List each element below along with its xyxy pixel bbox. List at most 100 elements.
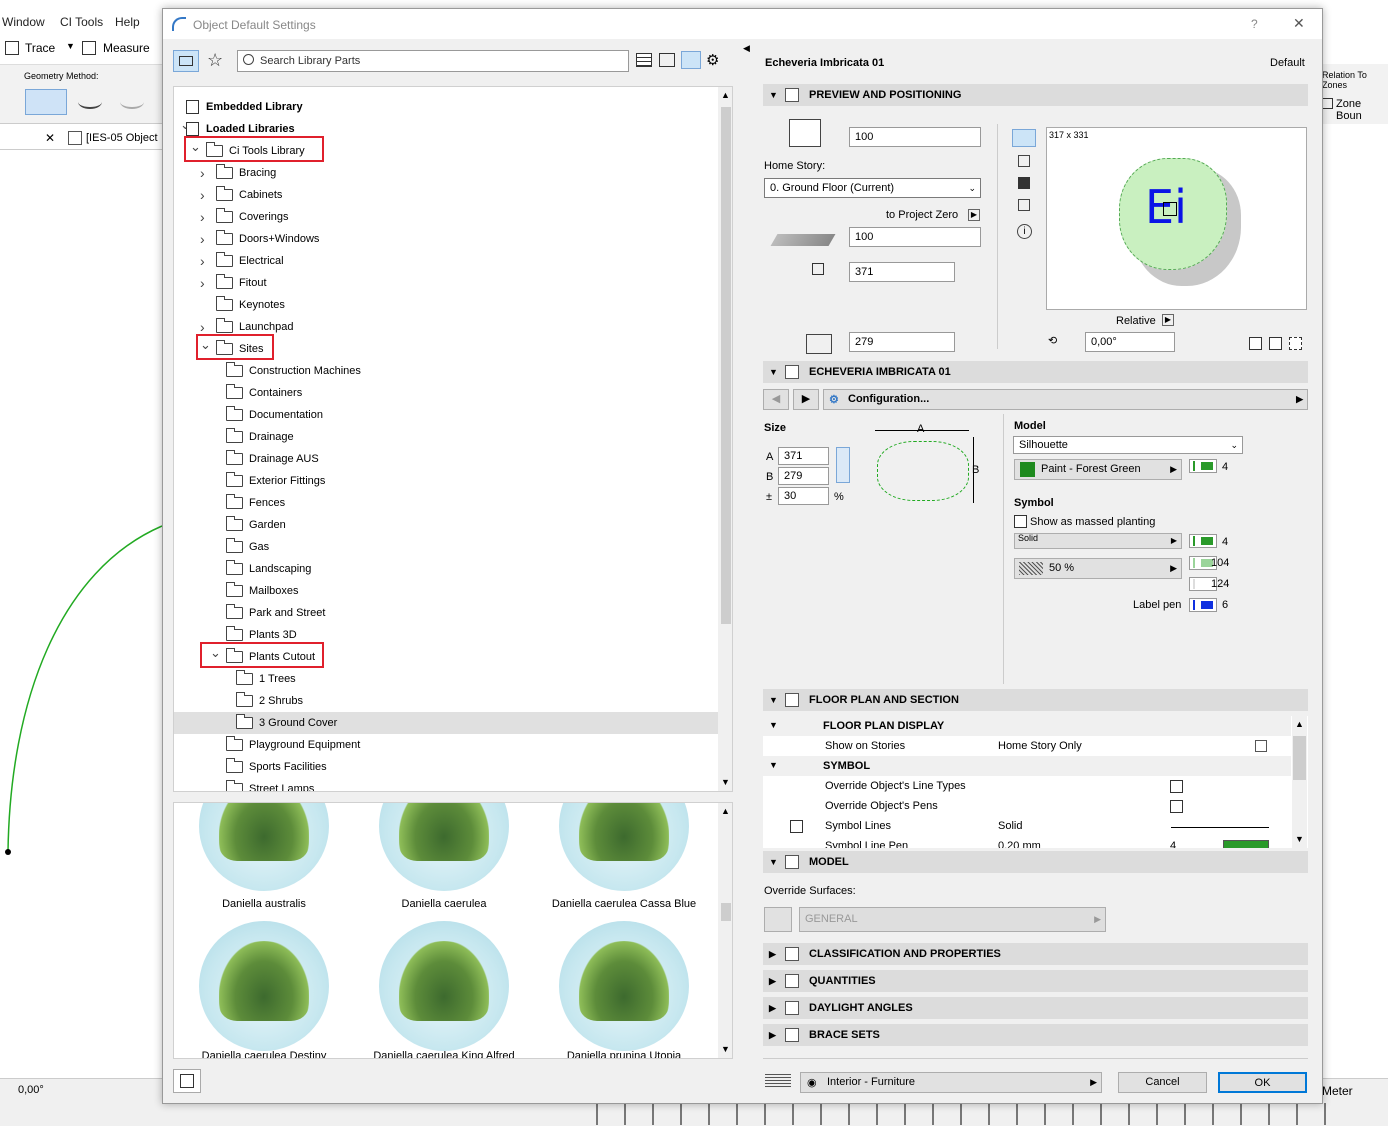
symbol-lines-checkbox[interactable] <box>790 820 803 833</box>
tree-folder-item[interactable]: 3 Ground Cover <box>236 713 337 733</box>
tree-folder-item[interactable]: 2 Shrubs <box>236 691 303 711</box>
classification-section-header[interactable]: ▶ CLASSIFICATION AND PROPERTIES <box>763 943 1308 965</box>
rotation-angle-field[interactable]: 0,00° <box>1085 332 1175 352</box>
tree-folder-item[interactable]: Landscaping <box>226 559 311 579</box>
tree-folder-item[interactable]: Exterior Fittings <box>226 471 325 491</box>
daylight-section-header[interactable]: ▶ DAYLIGHT ANGLES <box>763 997 1308 1019</box>
symbol-lines-value[interactable]: Solid <box>998 820 1022 832</box>
trace-dropdown-icon[interactable]: ▼ <box>66 41 75 51</box>
link-ratio-icon[interactable] <box>836 447 850 483</box>
cancel-button[interactable]: Cancel <box>1118 1072 1207 1093</box>
chevron-right-icon[interactable]: › <box>200 273 205 293</box>
relative-arrow-icon[interactable]: ▶ <box>1162 314 1174 326</box>
model-select[interactable]: Silhouette ⌄ <box>1013 436 1243 454</box>
close-tab-icon[interactable]: ✕ <box>45 131 55 145</box>
tree-folder-item[interactable]: Fences <box>226 493 285 513</box>
configuration-dropdown[interactable]: ⚙ Configuration... ▶ <box>823 389 1308 410</box>
preview-floor-plan-icon[interactable] <box>1018 155 1030 167</box>
preview-3d-icon[interactable] <box>1018 177 1030 189</box>
tree-folder-item[interactable]: Mailboxes <box>226 581 299 601</box>
geometry-method-arc-button[interactable] <box>25 89 67 115</box>
tree-scrollbar[interactable]: ▲ ▼ <box>718 87 732 791</box>
brace-sets-section-header[interactable]: ▶ BRACE SETS <box>763 1024 1308 1046</box>
home-story-select[interactable]: 0. Ground Floor (Current) ⌄ <box>764 178 981 198</box>
override-line-types-checkbox[interactable] <box>1170 780 1183 793</box>
bottom-toolbar-icons[interactable] <box>590 1103 1330 1125</box>
tree-folder-item[interactable]: Street Lamps <box>226 779 314 791</box>
symbol-line-pen-swatch[interactable] <box>1223 840 1269 848</box>
trace-icon[interactable] <box>5 41 19 55</box>
plant-thumbnail[interactable] <box>379 921 509 1051</box>
measure-icon[interactable] <box>82 41 96 55</box>
collapse-panel-icon[interactable]: ◀ <box>743 43 750 54</box>
tree-folder-item[interactable]: › Electrical <box>200 251 284 271</box>
floor-plan-section-header[interactable]: ▼ FLOOR PLAN AND SECTION <box>763 689 1308 711</box>
tree-folder-item[interactable]: Playground Equipment <box>226 735 360 755</box>
menu-ci-tools[interactable]: CI Tools <box>60 15 103 29</box>
view-tab[interactable]: [IES-05 Object <box>86 132 158 144</box>
mirror-none-checkbox[interactable] <box>1249 337 1262 350</box>
elevation-field[interactable]: 100 <box>849 127 981 147</box>
quantities-section-header[interactable]: ▶ QUANTITIES <box>763 970 1308 992</box>
paint-pen-swatch[interactable] <box>1189 459 1217 473</box>
stories-icon[interactable] <box>1255 740 1267 752</box>
object-section-header[interactable]: ▼ ECHEVERIA IMBRICATA 01 <box>763 361 1308 383</box>
tree-folder-item[interactable]: Containers <box>226 383 302 403</box>
project-zero-field[interactable]: 100 <box>849 227 981 247</box>
close-button[interactable]: ✕ <box>1293 15 1305 32</box>
search-input[interactable]: Search Library Parts <box>237 50 629 72</box>
preview-section-header[interactable]: ▼ PREVIEW AND POSITIONING <box>763 84 1308 106</box>
chevron-right-icon[interactable]: › <box>200 163 205 183</box>
size-b-field[interactable]: 279 <box>778 467 829 485</box>
label-pen-swatch[interactable] <box>1189 598 1217 612</box>
geometry-method-freehand-button[interactable] <box>120 95 144 109</box>
tree-folder-item[interactable]: › Fitout <box>200 273 267 293</box>
surface-general-dropdown[interactable]: GENERAL ▶ <box>799 907 1106 932</box>
mirror-y-checkbox[interactable] <box>1289 337 1302 350</box>
layer-dropdown[interactable]: ◉ Interior - Furniture ▶ <box>800 1072 1102 1093</box>
tree-folder-item[interactable]: Drainage <box>226 427 294 447</box>
ok-button[interactable]: OK <box>1218 1072 1307 1093</box>
tree-folder-item[interactable]: › Coverings <box>200 207 289 227</box>
chevron-right-icon[interactable]: › <box>200 185 205 205</box>
size-a-field[interactable]: 371 <box>778 447 829 465</box>
solid-pen-swatch[interactable] <box>1189 534 1217 548</box>
tree-folder-item[interactable]: Construction Machines <box>226 361 361 381</box>
size-variation-field[interactable]: 30 <box>778 487 829 505</box>
fill-type-dropdown[interactable]: 50 % ▶ <box>1014 558 1182 579</box>
trace-button[interactable]: Trace <box>25 41 55 55</box>
tree-folder-item[interactable]: › Doors+Windows <box>200 229 319 249</box>
menu-help[interactable]: Help <box>115 15 140 29</box>
measure-button[interactable]: Measure <box>103 41 150 55</box>
floor-plan-display-group[interactable]: FLOOR PLAN DISPLAY <box>823 720 944 732</box>
tree-folder-item[interactable]: Gas <box>226 537 269 557</box>
info-icon[interactable]: i <box>1017 224 1032 239</box>
paint-surface-dropdown[interactable]: Paint - Forest Green ▶ <box>1014 459 1182 480</box>
chevron-right-icon[interactable]: › <box>200 251 205 271</box>
preview-view-icon[interactable] <box>681 51 701 69</box>
chevron-right-icon[interactable]: › <box>200 207 205 227</box>
zone-boundary-checkbox[interactable] <box>1322 98 1333 109</box>
symbol-line-type-dropdown[interactable]: Solid ▶ <box>1014 533 1182 549</box>
symbol-group[interactable]: SYMBOL <box>823 760 870 772</box>
mirror-x-checkbox[interactable] <box>1269 337 1282 350</box>
preview-section-icon[interactable] <box>1018 199 1030 211</box>
menu-window[interactable]: Window <box>2 15 45 29</box>
settings-gear-icon[interactable]: ⚙ <box>706 51 719 69</box>
plant-thumbnail[interactable] <box>379 803 509 891</box>
thumbnails-scrollbar[interactable]: ▲ ▼ <box>718 803 732 1058</box>
library-item[interactable]: Embedded Library <box>186 97 303 117</box>
height-field[interactable]: 279 <box>849 332 955 352</box>
tree-folder-item[interactable]: 1 Trees <box>236 669 296 689</box>
override-pens-checkbox[interactable] <box>1170 800 1183 813</box>
massed-planting-checkbox[interactable] <box>1014 515 1027 528</box>
tree-folder-item[interactable]: › Cabinets <box>200 185 282 205</box>
list-view-icon[interactable] <box>636 53 652 67</box>
tree-folder-item[interactable]: Drainage AUS <box>226 449 319 469</box>
plant-thumbnail[interactable] <box>559 921 689 1051</box>
plant-thumbnail[interactable] <box>559 803 689 891</box>
tree-folder-item[interactable]: Documentation <box>226 405 323 425</box>
favorites-star-icon[interactable]: ☆ <box>207 50 223 71</box>
model-section-header[interactable]: ▼ MODEL <box>763 851 1308 873</box>
grid-view-icon[interactable] <box>659 53 675 67</box>
